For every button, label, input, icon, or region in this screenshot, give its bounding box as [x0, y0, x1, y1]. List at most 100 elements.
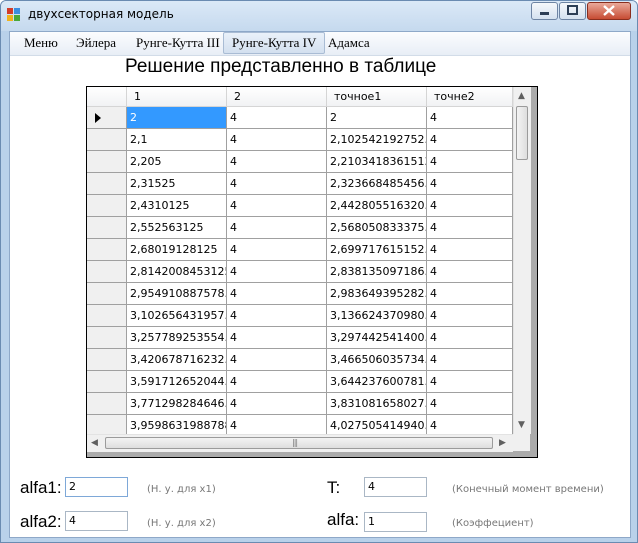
table-cell[interactable]: 2,102542192752... — [327, 129, 427, 151]
table-cell[interactable]: 2,552563125 — [127, 217, 227, 239]
menu-item-rk4[interactable]: Рунге-Кутта IV — [223, 32, 326, 54]
table-cell[interactable]: 4 — [227, 261, 327, 283]
table-cell[interactable]: 3,466506035734... — [327, 349, 427, 371]
table-row[interactable]: 3,102656431957... 4 3,136624370980... 4 — [87, 305, 513, 327]
table-row[interactable]: 3,591712652044... 4 3,644237600781... 4 — [87, 371, 513, 393]
table-cell[interactable]: 2 — [327, 107, 427, 129]
row-header[interactable] — [87, 129, 127, 151]
table-cell[interactable]: 2,699717615152... — [327, 239, 427, 261]
row-header[interactable] — [87, 195, 127, 217]
table-cell[interactable]: 2,1 — [127, 129, 227, 151]
column-header[interactable]: точне2 — [427, 87, 513, 107]
table-cell[interactable]: 4 — [227, 107, 327, 129]
table-row[interactable]: 2,4310125 4 2,442805516320... 4 — [87, 195, 513, 217]
table-cell[interactable]: 4 — [427, 239, 513, 261]
table-cell[interactable]: 2,2103418361513 — [327, 151, 427, 173]
table-cell[interactable]: 4 — [427, 195, 513, 217]
alfa2-input[interactable]: 4 — [65, 511, 128, 531]
minimize-button[interactable] — [531, 2, 558, 20]
menu-item-rk3[interactable]: Рунге-Кутта III — [128, 32, 228, 54]
table-cell[interactable]: 3,102656431957... — [127, 305, 227, 327]
table-cell[interactable]: 4 — [227, 239, 327, 261]
table-cell[interactable]: 2,442805516320... — [327, 195, 427, 217]
table-cell[interactable]: 4 — [427, 151, 513, 173]
table-row[interactable]: 2,1 4 2,102542192752... 4 — [87, 129, 513, 151]
table-cell[interactable]: 4 — [227, 305, 327, 327]
table-cell[interactable]: 4 — [227, 151, 327, 173]
table-cell[interactable]: 3,771298284646... — [127, 393, 227, 415]
table-cell[interactable]: 2,31525 — [127, 173, 227, 195]
table-cell[interactable]: 4 — [227, 349, 327, 371]
table-cell[interactable]: 4 — [227, 173, 327, 195]
table-cell[interactable]: 4 — [227, 195, 327, 217]
horizontal-scroll-thumb[interactable]: ||| — [105, 437, 493, 449]
table-cell[interactable]: 4 — [227, 129, 327, 151]
table-row[interactable]: 3,257789253554... 4 3,297442541400... 4 — [87, 327, 513, 349]
table-cell[interactable]: 3,831081658027... — [327, 393, 427, 415]
table-cell[interactable]: 2,568050833375... — [327, 217, 427, 239]
table-cell[interactable]: 4 — [227, 283, 327, 305]
row-header[interactable] — [87, 283, 127, 305]
table-cell[interactable]: 3,136624370980... — [327, 305, 427, 327]
results-grid[interactable]: 1 2 точное1 точне2 2 4 2 4 2,1 4 2,10254219275… — [86, 86, 538, 458]
row-header[interactable] — [87, 151, 127, 173]
table-cell[interactable]: 2,4310125 — [127, 195, 227, 217]
menu-item-adams[interactable]: Адамса — [320, 32, 378, 54]
close-button[interactable] — [587, 2, 631, 20]
row-header[interactable] — [87, 239, 127, 261]
t-input[interactable]: 4 — [364, 477, 427, 497]
table-cell[interactable]: 4 — [427, 283, 513, 305]
row-header[interactable] — [87, 217, 127, 239]
scroll-left-icon[interactable]: ◀ — [91, 438, 98, 448]
table-row[interactable]: 2,205 4 2,2103418361513 4 — [87, 151, 513, 173]
table-cell[interactable]: 2,954910887578... — [127, 283, 227, 305]
scroll-right-icon[interactable]: ▶ — [499, 438, 506, 448]
table-cell[interactable]: 2,983649395282... — [327, 283, 427, 305]
table-row[interactable]: 3,420678716232... 4 3,466506035734... 4 — [87, 349, 513, 371]
table-cell[interactable]: 4 — [427, 107, 513, 129]
table-cell[interactable]: 4 — [427, 393, 513, 415]
table-cell[interactable]: 4 — [427, 327, 513, 349]
grid-corner-header[interactable] — [87, 87, 127, 107]
row-header[interactable] — [87, 107, 127, 129]
table-row[interactable]: 2,8142008453125 4 2,838135097186... 4 — [87, 261, 513, 283]
row-header[interactable] — [87, 371, 127, 393]
table-cell[interactable]: 4 — [427, 129, 513, 151]
table-row[interactable]: 2,68019128125 4 2,699717615152... 4 — [87, 239, 513, 261]
row-header[interactable] — [87, 327, 127, 349]
table-cell[interactable]: 4 — [427, 349, 513, 371]
menu-item-menu[interactable]: Меню — [16, 32, 66, 54]
table-cell[interactable]: 4 — [227, 371, 327, 393]
table-cell[interactable]: 4 — [227, 327, 327, 349]
scroll-up-icon[interactable]: ▲ — [518, 91, 525, 101]
table-cell[interactable]: 2,68019128125 — [127, 239, 227, 261]
column-header[interactable]: 2 — [227, 87, 327, 107]
vertical-scroll-thumb[interactable] — [516, 106, 528, 160]
table-cell[interactable]: 4 — [427, 371, 513, 393]
table-cell[interactable]: 2,8142008453125 — [127, 261, 227, 283]
row-header[interactable] — [87, 305, 127, 327]
table-cell[interactable]: 3,591712652044... — [127, 371, 227, 393]
table-cell[interactable]: 4 — [427, 217, 513, 239]
maximize-button[interactable] — [559, 2, 586, 20]
table-cell[interactable]: 3,297442541400... — [327, 327, 427, 349]
table-cell[interactable]: 4 — [427, 305, 513, 327]
table-cell[interactable]: 4 — [227, 393, 327, 415]
vertical-scrollbar[interactable]: ▲ ▼ — [513, 87, 531, 434]
table-row[interactable]: 2,954910887578... 4 2,983649395282... 4 — [87, 283, 513, 305]
scroll-down-icon[interactable]: ▼ — [518, 420, 525, 430]
table-cell[interactable]: 2,838135097186... — [327, 261, 427, 283]
table-row[interactable]: 3,771298284646... 4 3,831081658027... 4 — [87, 393, 513, 415]
column-header[interactable]: 1 — [127, 87, 227, 107]
table-row[interactable]: 2,31525 4 2,323668485456... 4 — [87, 173, 513, 195]
column-header[interactable]: точное1 — [327, 87, 427, 107]
alfa1-input[interactable]: 2 — [65, 477, 128, 497]
table-cell[interactable]: 3,420678716232... — [127, 349, 227, 371]
table-cell[interactable]: 4 — [227, 217, 327, 239]
menu-item-euler[interactable]: Эйлера — [68, 32, 124, 54]
row-header[interactable] — [87, 349, 127, 371]
horizontal-scrollbar[interactable]: ◀ ||| ▶ — [87, 434, 513, 452]
table-cell[interactable]: 2 — [127, 107, 227, 129]
row-header[interactable] — [87, 261, 127, 283]
table-row[interactable]: 2,552563125 4 2,568050833375... 4 — [87, 217, 513, 239]
